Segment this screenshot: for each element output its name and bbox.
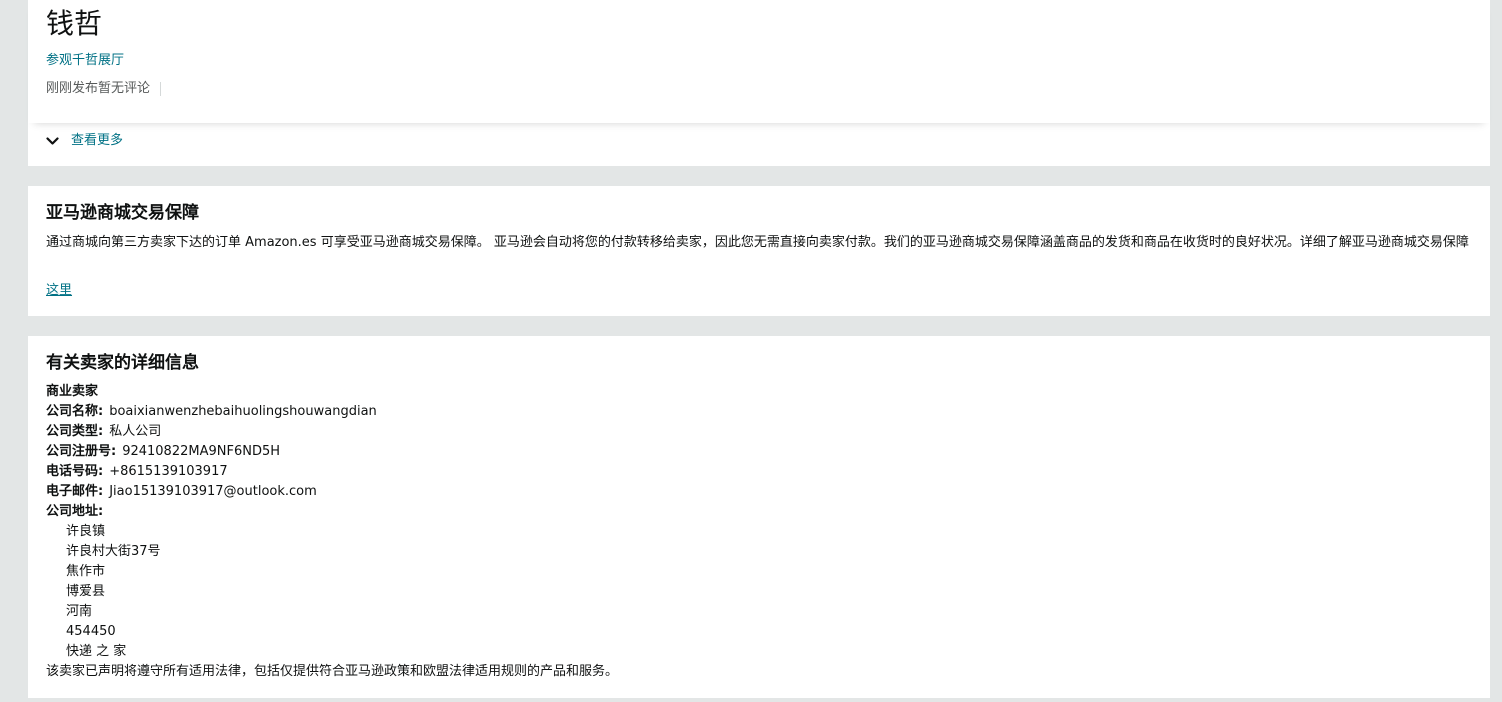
guarantee-learn-more-link[interactable]: 这里	[46, 281, 72, 301]
company-name-row: 公司名称: boaixianwenzhebaihuolingshouwangdia…	[46, 402, 1466, 422]
phone-row: 电话号码: +8615139103917	[46, 462, 1466, 482]
rating-text: 刚刚发布暂无评论	[46, 81, 151, 96]
address-line: 河南	[66, 604, 93, 619]
visit-storefront-link[interactable]: 参观千哲展厅	[46, 52, 124, 70]
email-value: Jiao15139103917@outlook.com	[109, 484, 317, 499]
registration-label: 公司注册号:	[46, 444, 117, 459]
address-row: 公司地址:	[46, 502, 1466, 522]
company-type-value: 私人公司	[109, 424, 162, 439]
phone-label: 电话号码:	[46, 464, 104, 479]
marketplace-guarantee-card: 亚马逊商城交易保障 通过商城向第三方卖家下达的订单 Amazon.es 可享受亚…	[28, 186, 1490, 316]
compliance-disclaimer: 该卖家已声明将遵守所有适用法律，包括仅提供符合亚马逊政策和欧盟法律适用规则的产品…	[46, 664, 619, 679]
guarantee-title: 亚马逊商城交易保障	[46, 203, 199, 223]
company-name-value: boaixianwenzhebaihuolingshouwangdian	[109, 404, 377, 419]
seller-type-row: 商业卖家	[46, 382, 1466, 402]
address-line: 博爱县	[66, 584, 106, 599]
email-row: 电子邮件: Jiao15139103917@outlook.com	[46, 482, 1466, 502]
seller-name: 钱哲	[46, 7, 103, 40]
address-line: 454450	[66, 624, 116, 639]
details-body: 商业卖家 公司名称: boaixianwenzhebaihuolingshouwa…	[46, 382, 1466, 682]
address-line: 许良村大街37号	[66, 544, 161, 559]
address-line: 快递 之 家	[66, 644, 127, 659]
chevron-down-icon	[46, 136, 59, 145]
rating-divider	[160, 82, 162, 96]
seller-profile-card: 钱哲 参观千哲展厅 刚刚发布暂无评论	[28, 0, 1490, 123]
see-more-label: 查看更多	[71, 133, 124, 148]
seller-details-card: 有关卖家的详细信息 商业卖家 公司名称: boaixianwenzhebaihuo…	[28, 336, 1490, 698]
company-type-row: 公司类型: 私人公司	[46, 422, 1466, 442]
guarantee-description: 通过商城向第三方卖家下达的订单 Amazon.es 可享受亚马逊商城交易保障。 …	[46, 235, 1469, 250]
registration-row: 公司注册号: 92410822MA9NF6ND5H	[46, 442, 1466, 462]
details-title: 有关卖家的详细信息	[46, 353, 199, 373]
rating-summary: 刚刚发布暂无评论	[46, 80, 162, 98]
email-label: 电子邮件:	[46, 484, 104, 499]
seller-type: 商业卖家	[46, 384, 99, 399]
address-line: 许良镇	[66, 524, 106, 539]
registration-value: 92410822MA9NF6ND5H	[122, 444, 281, 459]
company-name-label: 公司名称:	[46, 404, 104, 419]
company-type-label: 公司类型:	[46, 424, 104, 439]
see-more-card: 查看更多	[28, 123, 1490, 166]
address-label: 公司地址:	[46, 504, 104, 519]
phone-value: +8615139103917	[109, 464, 228, 479]
address-line: 焦作市	[66, 564, 106, 579]
see-more-toggle[interactable]: 查看更多	[46, 132, 123, 150]
